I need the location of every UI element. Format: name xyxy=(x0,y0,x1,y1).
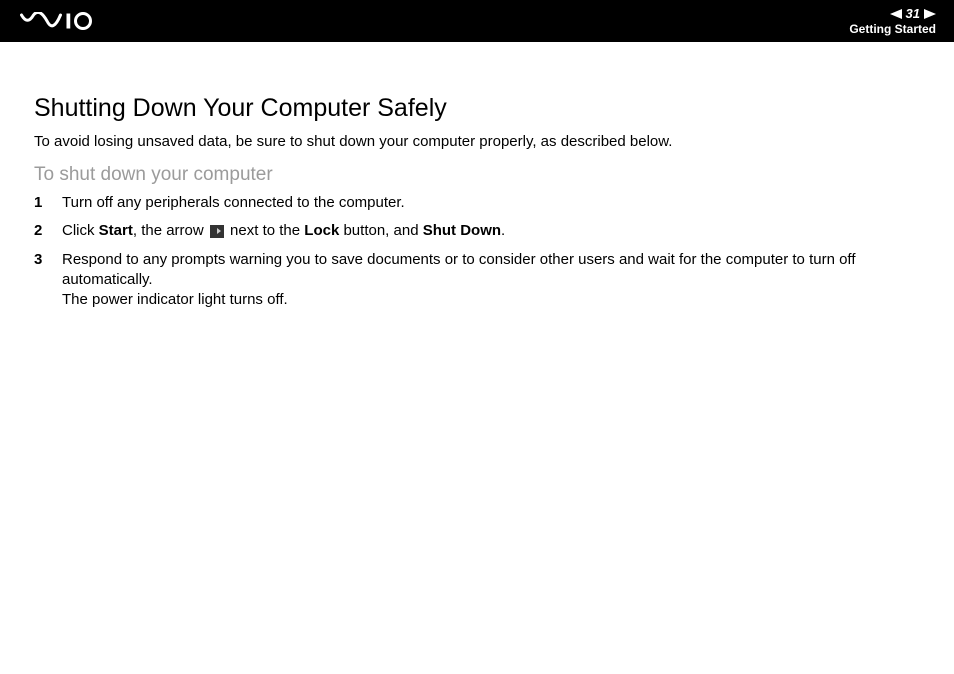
step-number: 2 xyxy=(34,221,62,241)
section-name: Getting Started xyxy=(849,22,936,36)
steps-list: 1 Turn off any peripherals connected to … xyxy=(34,193,920,310)
step-text: Click Start, the arrow next to the Lock … xyxy=(62,221,920,241)
vaio-logo xyxy=(20,12,110,30)
nav-prev-icon[interactable] xyxy=(890,9,902,19)
step-number: 1 xyxy=(34,193,62,213)
step-item: 1 Turn off any peripherals connected to … xyxy=(34,193,920,213)
page-nav: 31 xyxy=(890,6,936,21)
step-text: Respond to any prompts warning you to sa… xyxy=(62,250,920,311)
page-title: Shutting Down Your Computer Safely xyxy=(34,94,920,123)
arrow-icon xyxy=(210,225,224,238)
subheading: To shut down your computer xyxy=(34,164,920,186)
content: Shutting Down Your Computer Safely To av… xyxy=(0,42,954,310)
nav-next-icon[interactable] xyxy=(924,9,936,19)
header-right: 31 Getting Started xyxy=(849,6,936,36)
step-number: 3 xyxy=(34,250,62,270)
step-item: 3 Respond to any prompts warning you to … xyxy=(34,250,920,311)
step-text: Turn off any peripherals connected to th… xyxy=(62,193,920,213)
intro-text: To avoid losing unsaved data, be sure to… xyxy=(34,133,920,150)
page-number: 31 xyxy=(906,6,920,21)
step-item: 2 Click Start, the arrow next to the Loc… xyxy=(34,221,920,241)
header-bar: 31 Getting Started xyxy=(0,0,954,42)
